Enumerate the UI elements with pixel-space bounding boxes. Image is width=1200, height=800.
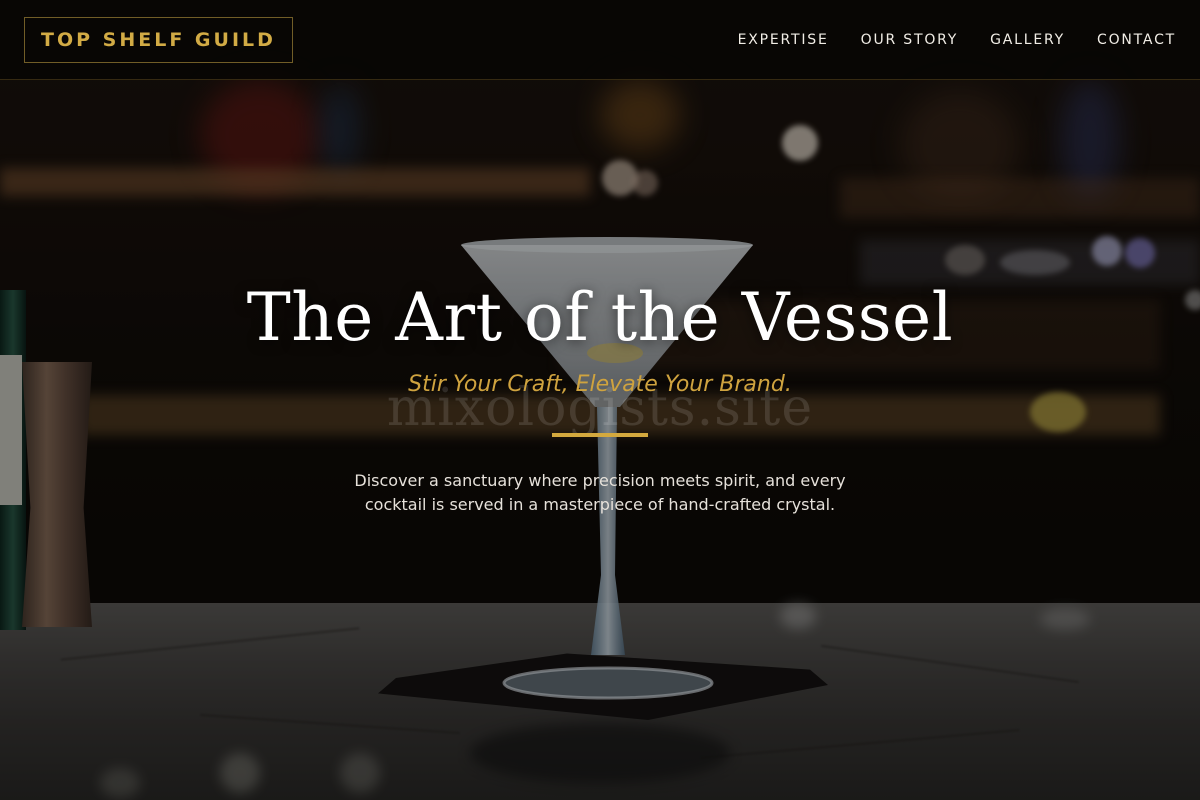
nav-link-contact[interactable]: CONTACT bbox=[1097, 32, 1176, 48]
page: TOP SHELF GUILD EXPERTISE OUR STORY GALL… bbox=[0, 0, 1200, 800]
nav-link-our-story[interactable]: OUR STORY bbox=[861, 32, 959, 48]
hero-section: mixologists.site The Art of the Vessel S… bbox=[0, 80, 1200, 800]
hero-divider bbox=[552, 433, 648, 437]
site-logo[interactable]: TOP SHELF GUILD bbox=[24, 17, 293, 63]
main-nav: EXPERTISE OUR STORY GALLERY CONTACT bbox=[738, 0, 1176, 80]
hero-tagline: Stir Your Craft, Elevate Your Brand. bbox=[408, 372, 792, 397]
site-header: TOP SHELF GUILD EXPERTISE OUR STORY GALL… bbox=[0, 0, 1200, 80]
hero-title: The Art of the Vessel bbox=[246, 279, 954, 356]
nav-link-expertise[interactable]: EXPERTISE bbox=[738, 32, 829, 48]
hero-description: Discover a sanctuary where precision mee… bbox=[354, 471, 846, 514]
nav-link-gallery[interactable]: GALLERY bbox=[990, 32, 1065, 48]
